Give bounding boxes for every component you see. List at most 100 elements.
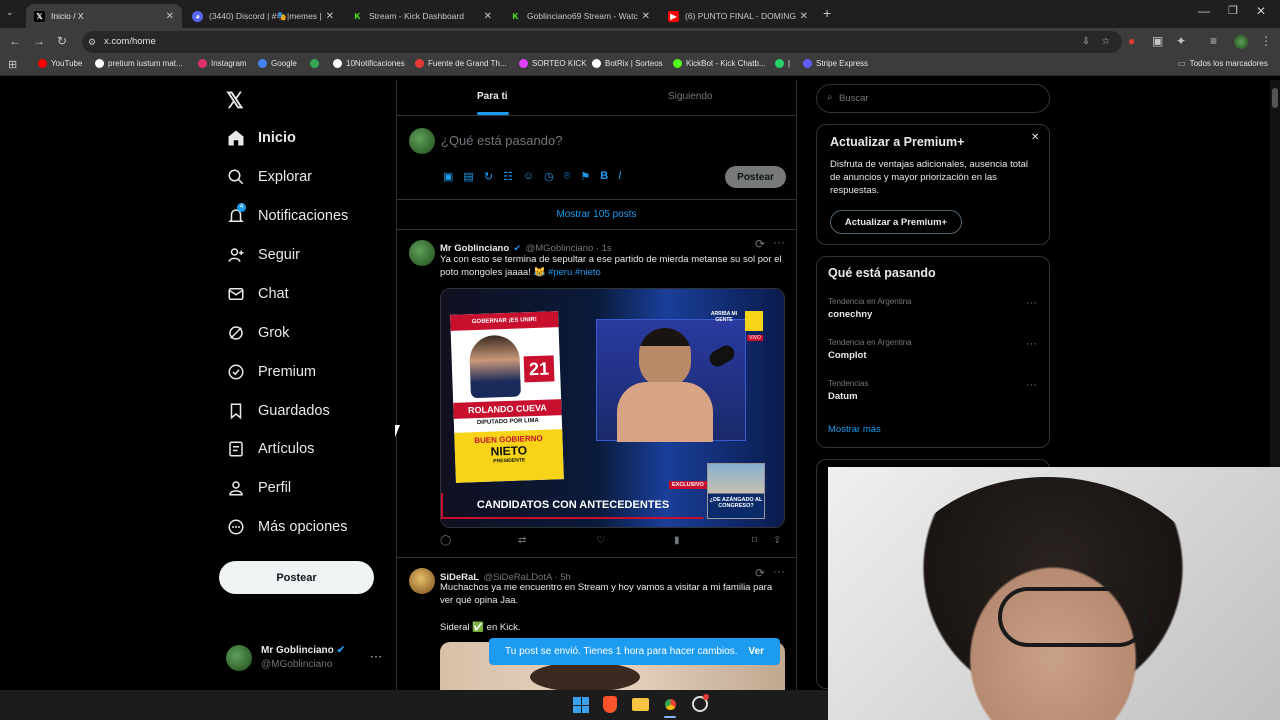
schedule-icon[interactable]: ◷ (544, 170, 554, 183)
install-app-icon[interactable]: ⇩ (1082, 31, 1090, 53)
sidebar-item-seguir[interactable]: Seguir (226, 240, 300, 270)
bookmark-item[interactable]: Fuente de Grand Th... (415, 59, 507, 68)
location-icon[interactable]: ⌾ (564, 170, 571, 183)
trend-item[interactable]: Tendencia en Argentina conechny ··· (828, 297, 1038, 320)
close-icon[interactable]: ✕ (642, 11, 650, 22)
search-input[interactable]: Buscar (839, 93, 869, 104)
url-input[interactable]: ⚙ x.com/home ⇩ ☆ (82, 31, 1122, 53)
sidebar-item-explorar[interactable]: Explorar (226, 162, 312, 192)
sidebar-item-perfil[interactable]: Perfil (226, 473, 291, 503)
compose-post-button[interactable]: Postear (725, 166, 786, 188)
file-explorer-icon[interactable] (632, 698, 649, 711)
forward-icon[interactable]: → (33, 34, 45, 48)
bookmark-item[interactable]: BotRix | Sorteos (592, 59, 663, 68)
emoji-icon[interactable]: ☺ (523, 170, 534, 183)
sidebar-item-mas-opciones[interactable]: Más opciones (226, 512, 347, 542)
grok-icon[interactable]: ⟳ (755, 237, 765, 251)
sidebar-item-notificaciones[interactable]: 4 Notificaciones (226, 201, 348, 231)
close-icon[interactable]: ✕ (484, 11, 492, 22)
tab-siguiendo[interactable]: Siguiendo (668, 91, 712, 102)
grok-icon[interactable]: ↻ (484, 170, 493, 183)
back-icon[interactable]: ← (9, 34, 21, 48)
bookmark-item[interactable]: SORTEO KICK (519, 59, 587, 68)
sidebar-item-grok[interactable]: Grok (226, 318, 289, 348)
scrollbar-thumb[interactable] (1272, 88, 1278, 108)
bold-icon[interactable]: B (600, 170, 608, 183)
apps-icon[interactable]: ⊞ (8, 58, 17, 71)
close-icon[interactable]: ✕ (166, 11, 174, 22)
browser-tab[interactable]: ▶ (6) PUNTO FINAL - DOMINGO ✕ (660, 4, 816, 28)
restore-icon[interactable]: ❐ (1228, 4, 1238, 17)
poll-icon[interactable]: ☷ (503, 170, 513, 183)
bookmark-item[interactable]: Google (258, 59, 297, 68)
search-box[interactable]: ⌕ Buscar (816, 84, 1050, 113)
sidebar-item-articulos[interactable]: Artículos (226, 434, 314, 464)
bookmark-icon[interactable]: ⌑ (752, 535, 757, 546)
bookmark-item[interactable]: pretium iustum mat... (95, 59, 183, 68)
bookmark-item[interactable]: Stripe Express (803, 59, 868, 68)
share-icon[interactable]: ⇪ (773, 535, 781, 546)
toast-view-button[interactable]: Ver (748, 646, 764, 657)
browser-tab[interactable]: ◕ (3440) Discord | #🎭|memes | ✕ (184, 4, 342, 28)
post-media[interactable]: GOBERNAR ¡ES UNIR! 21 ROLANDO CUEVA DIPU… (440, 288, 785, 528)
show-more-posts-button[interactable]: Mostrar 105 posts (397, 200, 796, 230)
compose-input[interactable]: ¿Qué está pasando? (441, 133, 562, 148)
trend-item[interactable]: Tendencias Datum ··· (828, 379, 1038, 402)
views-icon[interactable]: ▮ (674, 535, 680, 546)
star-icon[interactable]: ☆ (1101, 31, 1110, 53)
browser-tab[interactable]: K Stream - Kick Dashboard ✕ (344, 4, 500, 28)
bookmark-item[interactable]: Instagram (198, 59, 247, 68)
post[interactable]: SiDeRaL @SiDeRaLDotA · 5h ⟳ ··· Muchacho… (397, 558, 796, 690)
extension-icon[interactable]: ▣ (1152, 34, 1163, 48)
chrome-icon[interactable] (662, 696, 679, 713)
close-icon[interactable]: ✕ (326, 11, 334, 22)
more-icon[interactable]: ··· (1026, 338, 1037, 350)
minimize-icon[interactable]: — (1198, 4, 1210, 18)
post-button[interactable]: Postear (219, 561, 374, 594)
account-switcher[interactable]: Mr Goblinciano ✔ @MGoblinciano ··· (226, 643, 396, 673)
extension-icon[interactable]: ● (1128, 34, 1135, 48)
tab-search-icon[interactable]: ⌄ (6, 7, 14, 18)
more-icon[interactable]: ··· (773, 235, 785, 249)
show-more-trends-link[interactable]: Mostrar más (828, 424, 881, 435)
reply-icon[interactable]: ◯ (440, 535, 451, 546)
browser-tab[interactable]: K Goblinciano69 Stream - Watch ✕ (502, 4, 658, 28)
avatar[interactable] (409, 568, 435, 594)
italic-icon[interactable]: I (618, 170, 621, 183)
windows-start-icon[interactable] (573, 697, 589, 713)
site-info-icon[interactable]: ⚙ (88, 31, 96, 53)
x-logo-icon[interactable]: 𝕏 (226, 88, 244, 114)
more-icon[interactable]: ··· (370, 649, 382, 663)
flag-icon[interactable]: ⚑ (580, 170, 590, 183)
hashtag-link[interactable]: #peru #nieto (548, 267, 601, 278)
close-icon[interactable]: ✕ (1031, 132, 1039, 143)
grok-icon[interactable]: ⟳ (755, 566, 765, 580)
sidebar-item-premium[interactable]: Premium (226, 357, 316, 387)
browser-tab[interactable]: 𝕏 Inicio / X ✕ (26, 4, 182, 28)
more-icon[interactable]: ··· (1026, 297, 1037, 309)
profile-avatar[interactable] (1234, 35, 1248, 49)
post[interactable]: Mr Goblinciano ✔ @MGoblinciano · 1s ⟳ ··… (397, 230, 796, 558)
bookmark-item[interactable]: 10Notificaciones (333, 59, 405, 68)
like-icon[interactable]: ♡ (596, 535, 605, 546)
menu-icon[interactable]: ⋮ (1260, 34, 1272, 48)
repost-icon[interactable]: ⇄ (518, 535, 526, 546)
puzzle-icon[interactable]: ✦ (1176, 34, 1186, 48)
bookmark-item[interactable] (310, 59, 323, 68)
more-icon[interactable]: ··· (773, 564, 785, 578)
bookmark-item[interactable]: KickBot - Kick Chatb... (673, 59, 766, 68)
premium-upgrade-button[interactable]: Actualizar a Premium+ (830, 210, 962, 234)
brave-icon[interactable] (603, 696, 617, 713)
close-icon[interactable]: ✕ (800, 11, 808, 22)
sidebar-item-guardados[interactable]: Guardados (226, 396, 330, 426)
bookmarks-folder[interactable]: ▭ Todos los marcadores (1178, 59, 1268, 68)
new-tab-icon[interactable]: + (823, 5, 831, 21)
gif-icon[interactable]: ▤ (463, 170, 473, 183)
close-window-icon[interactable]: ✕ (1256, 4, 1266, 18)
tab-para-ti[interactable]: Para ti (477, 91, 508, 102)
bookmark-item[interactable]: YouTube (38, 59, 82, 68)
sidebar-item-chat[interactable]: Chat (226, 279, 289, 309)
image-icon[interactable]: ▣ (443, 170, 453, 183)
tab-groups-icon[interactable]: ≡ (1210, 34, 1217, 48)
sidebar-item-inicio[interactable]: Inicio (226, 123, 296, 153)
